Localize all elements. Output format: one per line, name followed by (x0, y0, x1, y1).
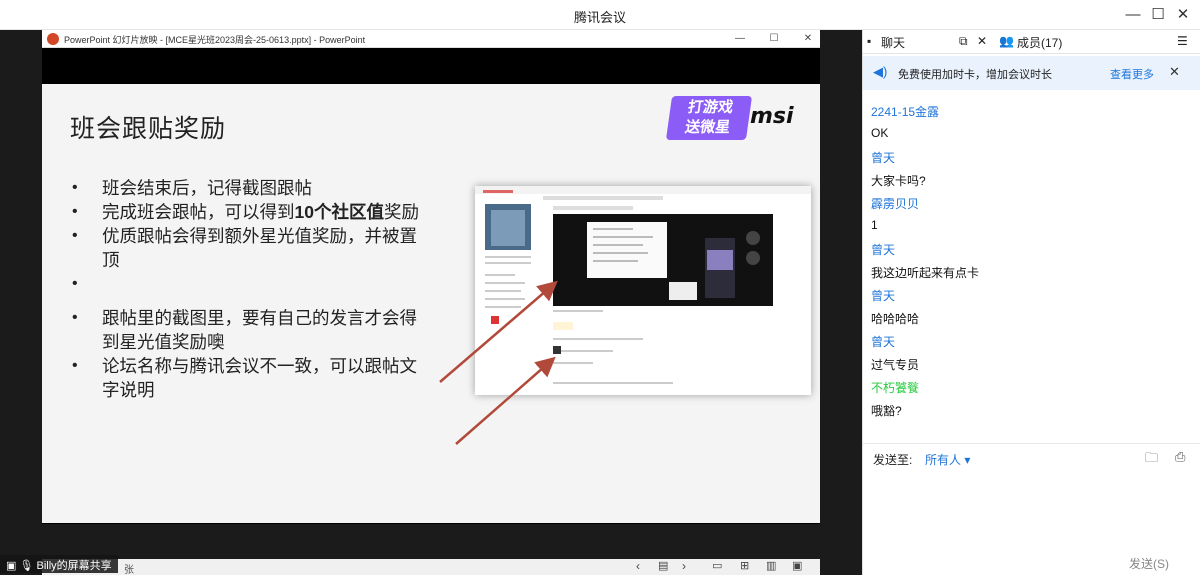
slide-list-icon[interactable]: ▤ (658, 559, 668, 572)
panel-tabs: ▪ 聊天 ⧉ ✕ 👥 成员(17) ☰ (863, 30, 1200, 54)
ppt-window-title: PowerPoint 幻灯片放映 - [MCE星光班2023周会-25-0613… (64, 35, 366, 45)
message-sender: 曾天 (871, 289, 896, 303)
minimize-button[interactable]: — (1122, 4, 1144, 26)
message-text: 我这边听起来有点卡 (871, 266, 980, 280)
app-title: 腾讯会议 (573, 10, 626, 25)
message-text: 过气专员 (871, 358, 920, 372)
screen-icon: ▣ (6, 560, 17, 572)
reading-view-icon[interactable]: ▥ (766, 559, 776, 572)
ppt-window-titlebar: PowerPoint 幻灯片放映 - [MCE星光班2023周会-25-0613… (42, 30, 820, 48)
tencent-meeting-window: 腾讯会议 — ☐ ✕ PowerPoint 幻灯片放映 - [MCE星光班202… (0, 0, 1200, 576)
powerpoint-icon (47, 33, 59, 45)
send-target-row: 发送至: 所有人 ▾ 🗀 ⎙ (863, 443, 1200, 471)
close-chat-icon[interactable]: ✕ (977, 34, 987, 48)
annotation-arrows (439, 280, 558, 445)
message-sender: 曾天 (871, 335, 896, 349)
banner-close-icon[interactable]: ✕ (1169, 64, 1180, 80)
message-text: 哈哈哈哈 (871, 312, 920, 326)
normal-view-icon[interactable]: ▭ (712, 559, 722, 572)
members-icon: 👥 (999, 34, 1014, 48)
message-sender: 不朽饕餮 (871, 381, 920, 395)
ppt-maximize-icon: ☐ (769, 33, 779, 44)
status-text: 张 (124, 565, 134, 576)
promo-banner: ◀) 免费使用加时卡，增加会议时长 查看更多 ✕ (863, 56, 1200, 90)
message-input[interactable] (863, 472, 1200, 550)
message-text: OK (871, 126, 889, 140)
message-text: 哦豁? (871, 404, 902, 418)
message-text: 1 (871, 218, 878, 232)
title-bar: 腾讯会议 — ☐ ✕ (0, 0, 1200, 30)
speaker-icon: ◀) (873, 64, 888, 79)
slide: 班会跟贴奖励 班会结束后，记得截图跟帖 完成班会跟帖，可以得到10个社区值奖励 … (42, 84, 820, 523)
menu-icon[interactable]: ☰ (1177, 34, 1188, 48)
chat-icon: ▪ (867, 34, 872, 48)
slideshow-view-icon[interactable]: ▣ (792, 559, 802, 572)
file-icon[interactable]: 🗀 (1145, 449, 1158, 471)
tab-members[interactable]: 成员(17) (1017, 34, 1062, 51)
share-owner-label: Billy的屏幕共享 (36, 560, 112, 572)
send-to-label: 发送至: (873, 453, 913, 467)
ppt-close-icon: ✕ (803, 33, 813, 44)
prev-slide-icon[interactable]: ‹ (636, 559, 640, 573)
popout-icon[interactable]: ⧉ (959, 34, 968, 49)
send-button[interactable]: 发送(S) (1129, 555, 1169, 572)
recipient-select[interactable]: 所有人 ▾ (925, 451, 970, 468)
mic-icon: 🎙 (19, 560, 34, 572)
slideshow-toolbar: 张 ‹ ▤ › ▭ ⊞ ▥ ▣ (42, 559, 820, 576)
close-button[interactable]: ✕ (1172, 4, 1194, 26)
sorter-view-icon[interactable]: ⊞ (740, 559, 749, 572)
tab-chat[interactable]: 聊天 (881, 34, 905, 51)
message-text: 大家卡吗? (871, 174, 926, 188)
side-panel: ▪ 聊天 ⧉ ✕ 👥 成员(17) ☰ ◀) 免费使用加时卡，增加会议时长 查看… (862, 30, 1200, 575)
maximize-button[interactable]: ☐ (1147, 4, 1169, 26)
ppt-minimize-icon: — (735, 33, 745, 44)
screenshot-icon[interactable]: ⎙ (1175, 449, 1185, 465)
message-sender: 曾天 (871, 243, 896, 257)
message-sender: 曾天 (871, 151, 896, 165)
banner-text: 免费使用加时卡，增加会议时长 (898, 69, 1052, 81)
banner-more-link[interactable]: 查看更多 (1110, 66, 1154, 82)
message-sender: 2241-15金露 (871, 105, 940, 119)
message-sender: 霹雳贝贝 (871, 197, 920, 211)
chat-messages: 2241-15金露 OK 曾天 大家卡吗? 霹雳贝贝 1 曾天 我这边听起来有点… (863, 90, 1200, 435)
screen-share-label: ▣ 🎙 Billy的屏幕共享 (0, 555, 118, 573)
next-slide-icon[interactable]: › (682, 559, 686, 573)
